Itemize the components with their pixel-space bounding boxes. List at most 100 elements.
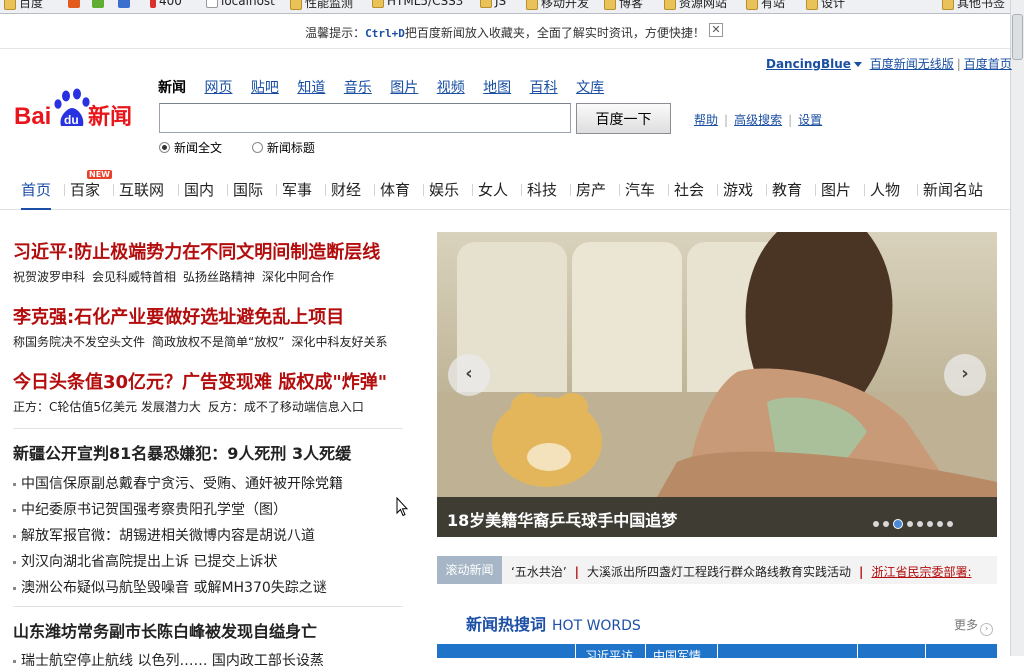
baidu-news-logo[interactable]: Bai du 新闻 [14, 86, 150, 134]
carousel-dot[interactable] [917, 520, 923, 527]
bookmark-item[interactable] [118, 0, 133, 8]
list-item[interactable]: 刘汉向湖北省高院提出上诉 已提交上诉状 [13, 551, 277, 571]
search-tab-video[interactable]: 视频 [437, 80, 465, 96]
headline-1[interactable]: 习近平:防止极端势力在不同文明间制造断层线 [13, 238, 380, 264]
carousel-prev-button[interactable]: ‹ [448, 354, 490, 396]
bookmark-item[interactable] [68, 0, 83, 8]
search-button[interactable]: 百度一下 [576, 103, 671, 134]
nav-item-tech[interactable]: 科技 [527, 179, 557, 200]
carousel-dot[interactable] [937, 520, 943, 527]
bookmark-item[interactable]: 百度 [4, 0, 43, 10]
sublink[interactable]: 会见科威特首相 [92, 270, 176, 284]
search-input[interactable] [159, 103, 571, 133]
search-tab-wenku[interactable]: 文库 [576, 80, 604, 96]
list-item[interactable]: 瑞士航空停止航线 以色列…… 国内政工部长设蒸 [13, 650, 324, 670]
nav-item-auto[interactable]: 汽车 [625, 179, 655, 200]
carousel-caption[interactable]: 18岁美籍华裔乒乓球手中国追梦 [447, 507, 677, 531]
advanced-search-link[interactable]: 高级搜索 [734, 113, 782, 127]
scrolling-news-item[interactable]: 浙江省民宗委部署: [871, 565, 971, 579]
bookmark-item[interactable]: 博客 [604, 0, 643, 10]
nav-item-international[interactable]: 国际 [233, 179, 263, 200]
search-tab-images[interactable]: 图片 [390, 80, 418, 96]
headline-4[interactable]: 新疆公开宣判81名暴恐嫌犯：9人死刑 3人死缓 [13, 440, 351, 464]
radio-option-title[interactable]: 新闻标题 [251, 141, 315, 155]
search-tab-music[interactable]: 音乐 [344, 80, 372, 96]
nav-item-internet[interactable]: 互联网 [119, 179, 164, 200]
list-item[interactable]: 解放军报官微：胡锡进相关微博内容是胡说八道 [13, 525, 315, 545]
carousel-photo[interactable] [437, 232, 997, 537]
search-tab-zhidao[interactable]: 知道 [297, 80, 325, 96]
radio-icon[interactable] [251, 142, 263, 153]
bookmark-item[interactable]: HTML5/CSS3 [372, 0, 463, 8]
bookmark-item[interactable]: 其他书签 [942, 0, 1005, 10]
nav-item-baijia[interactable]: 百家 [70, 179, 100, 200]
scrolling-news-item[interactable]: 大溪派出所四盏灯工程践行群众路线教育实践活动 [587, 565, 851, 579]
bookmark-item[interactable]: 资源网站 [664, 0, 727, 10]
nav-item-games[interactable]: 游戏 [723, 179, 753, 200]
close-icon[interactable]: ✕ [709, 23, 723, 37]
nav-item-people[interactable]: 人物 [870, 179, 900, 200]
sublink[interactable]: 反方：成不了移动端信息入口 [208, 400, 364, 414]
radio-option-full-text[interactable]: 新闻全文 [159, 141, 222, 155]
nav-item-education[interactable]: 教育 [772, 179, 802, 200]
settings-link[interactable]: 设置 [798, 113, 822, 127]
photo-carousel[interactable]: ‹ › 18岁美籍华裔乒乓球手中国追梦 [437, 232, 997, 537]
sublink[interactable]: 深化中阿合作 [262, 270, 334, 284]
sublink[interactable]: 正方：C轮估值5亿美元 发展潜力大 [13, 400, 201, 414]
nav-item-entertainment[interactable]: 娱乐 [429, 179, 459, 200]
carousel-dot-active[interactable] [893, 518, 903, 529]
sublink[interactable]: 弘扬丝路精神 [183, 270, 255, 284]
headline-2[interactable]: 李克强:石化产业要做好选址避免乱上项目 [13, 303, 344, 329]
hot-word-tab[interactable]: 习近平访 [585, 647, 633, 658]
carousel-dot[interactable] [927, 520, 933, 527]
sublink[interactable]: 简政放权不是简单“放权” [152, 335, 284, 349]
page-scrollbar[interactable] [1010, 0, 1024, 656]
bookmark-item[interactable]: 设计 [806, 0, 845, 10]
scrollbar-thumb[interactable] [1012, 14, 1023, 60]
wireless-version-link[interactable]: 百度新闻无线版 [870, 57, 954, 71]
nav-item-society[interactable]: 社会 [674, 179, 704, 200]
hot-words-more-link[interactable]: 更多 › [954, 616, 994, 636]
hot-word-tab[interactable]: 中国军情 [653, 647, 701, 658]
search-tab-tieba[interactable]: 贴吧 [251, 80, 279, 96]
carousel-dot[interactable] [883, 520, 889, 527]
list-item[interactable]: 中纪委原书记贺国强考察贵阳孔学堂（图） [13, 499, 287, 519]
nav-item-realestate[interactable]: 房产 [576, 179, 606, 200]
scrolling-news-item[interactable]: ‘五水共治’ [511, 565, 567, 579]
search-tab-news[interactable]: 新闻 [158, 80, 186, 96]
nav-item-domestic[interactable]: 国内 [184, 179, 214, 200]
chevron-down-icon[interactable] [853, 62, 862, 67]
carousel-dot[interactable] [873, 520, 879, 527]
list-item[interactable]: 澳洲公布疑似马航坠毁噪音 或解MH370失踪之谜 [13, 577, 327, 597]
sublink[interactable]: 祝贺波罗申科 [13, 270, 85, 284]
bookmark-item[interactable]: JS [480, 0, 506, 8]
bookmark-item[interactable]: 移动开发 [526, 0, 589, 10]
carousel-dot[interactable] [907, 520, 913, 527]
nav-item-sports[interactable]: 体育 [380, 179, 410, 200]
sublink[interactable]: 深化中科友好关系 [291, 335, 387, 349]
search-tab-baike[interactable]: 百科 [530, 80, 558, 96]
search-tab-web[interactable]: 网页 [204, 80, 232, 96]
bookmark-item[interactable] [92, 0, 107, 8]
help-link[interactable]: 帮助 [694, 113, 718, 127]
nav-item-finance[interactable]: 财经 [331, 179, 361, 200]
bookmark-item[interactable]: localhost [206, 0, 275, 8]
headline-3[interactable]: 今日头条值30亿元？广告变现难 版权成"炸弹" [13, 368, 387, 394]
user-menu-link[interactable]: DancingBlue [766, 57, 851, 71]
carousel-next-button[interactable]: › [944, 354, 986, 396]
nav-item-home[interactable]: 首页 [21, 179, 52, 210]
radio-selected-icon[interactable] [159, 142, 170, 153]
list-item[interactable]: 中国信保原副总戴春宁贪污、受贿、通奸被开除党籍 [13, 473, 343, 493]
nav-item-famous-sites[interactable]: 新闻名站 [923, 179, 983, 200]
bookmark-item[interactable]: 性能监测 [290, 0, 353, 10]
nav-item-military[interactable]: 军事 [282, 179, 312, 200]
bookmark-item[interactable]: 400 [150, 0, 182, 8]
baidu-home-link[interactable]: 百度首页 [964, 57, 1012, 71]
bookmark-item[interactable]: 有站 [746, 0, 785, 10]
nav-item-pictures[interactable]: 图片 [821, 179, 851, 200]
search-tab-map[interactable]: 地图 [483, 80, 511, 96]
sublink[interactable]: 称国务院决不发空头文件 [13, 335, 145, 349]
carousel-dot[interactable] [947, 520, 953, 527]
headline-5[interactable]: 山东潍坊常务副市长陈白峰被发现自缢身亡 [13, 618, 317, 642]
nav-item-women[interactable]: 女人 [478, 179, 508, 200]
